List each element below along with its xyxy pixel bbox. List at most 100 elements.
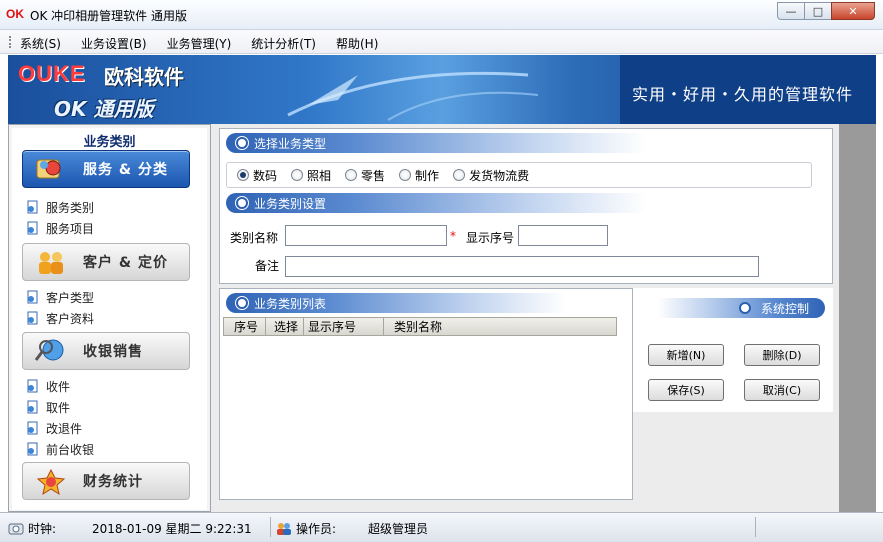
users-icon — [277, 522, 291, 535]
brand-logo-en: OUKE — [18, 61, 86, 86]
add-button[interactable]: 新增(N) — [648, 344, 724, 366]
remark-label: 备注 — [255, 259, 280, 273]
radio-unselected-icon — [345, 169, 358, 181]
minimize-button[interactable]: — — [777, 2, 805, 20]
toolbar-grip-icon — [9, 36, 12, 48]
sidebar-item-return[interactable]: 改退件 — [26, 418, 82, 438]
document-icon — [27, 290, 38, 304]
sidebar: 业务类别 服务 & 分类 服务类别 服务项目 客户 & 定价 客户类型 客户资料… — [8, 124, 211, 512]
status-datetime: 2018-01-09 星期二 9:22:31 — [92, 522, 252, 536]
title-bar: OK OK 冲印相册管理软件 通用版 — □ ✕ — [0, 0, 883, 30]
radio-selected-icon — [237, 169, 249, 181]
minimize-icon: — — [785, 4, 797, 18]
radio-retail[interactable]: 零售 — [345, 167, 385, 184]
edition-label: OK 通用版 — [54, 97, 154, 121]
sidebar-item-front-cashier[interactable]: 前台收银 — [26, 439, 94, 459]
document-icon — [27, 311, 38, 325]
document-icon — [27, 221, 38, 235]
sidebar-title: 业务类别 — [83, 135, 136, 150]
sidebar-category-label: 客户 & 定价 — [83, 255, 168, 271]
sidebar-item-receive[interactable]: 收件 — [26, 376, 70, 396]
radio-unselected-icon — [399, 169, 412, 181]
category-grid[interactable]: 序号 选择 显示序号 类别名称 — [223, 317, 617, 499]
column-header-display-order[interactable]: 显示序号 — [304, 318, 384, 335]
sidebar-item-customer-type[interactable]: 客户类型 — [26, 287, 94, 307]
app-logo: OK — [6, 7, 24, 21]
close-button[interactable]: ✕ — [831, 2, 875, 20]
list-header: 业务类别列表 — [226, 293, 566, 313]
section-bullet-icon — [236, 137, 248, 149]
business-type-radio-group: 数码 照相 零售 制作 发货物流费 — [226, 162, 812, 188]
status-operator-name: 超级管理员 — [368, 522, 429, 536]
radio-shipping[interactable]: 发货物流费 — [453, 167, 529, 184]
banner-swoosh-icon — [287, 71, 539, 121]
brand-logo-cn: 欧科软件 — [104, 65, 184, 89]
category-settings-panel: 选择业务类型 数码 照相 零售 制作 发货物流费 业务类别设置 类别名称 * 显… — [219, 128, 833, 284]
column-header-index[interactable]: 序号 — [224, 318, 266, 335]
column-header-category-name[interactable]: 类别名称 — [384, 318, 616, 335]
menu-business-settings[interactable]: 业务设置(B) — [81, 35, 147, 52]
system-control-panel: 系统控制 新增(N) 删除(D) 保存(S) 取消(C) — [633, 288, 833, 412]
sidebar-category-label: 服务 & 分类 — [83, 162, 168, 178]
slogan-text: 实用・好用・久用的管理软件 — [632, 85, 854, 104]
maximize-button[interactable]: □ — [804, 2, 832, 20]
section-bullet-icon — [236, 297, 248, 309]
category-list-panel: 业务类别列表 序号 选择 显示序号 类别名称 — [219, 288, 633, 500]
sidebar-item-customer-info[interactable]: 客户资料 — [26, 308, 94, 328]
maximize-icon: □ — [812, 4, 824, 18]
cancel-button[interactable]: 取消(C) — [744, 379, 820, 401]
menu-bar: 系统(S) 业务设置(B) 业务管理(Y) 统计分析(T) 帮助(H) — [0, 30, 883, 54]
category-name-input[interactable] — [285, 225, 447, 246]
cashier-category-icon — [31, 335, 71, 367]
section-bullet-icon — [738, 302, 751, 314]
menu-system[interactable]: 系统(S) — [20, 35, 61, 52]
sidebar-category-customer[interactable]: 客户 & 定价 — [22, 243, 190, 281]
radio-production[interactable]: 制作 — [399, 167, 439, 184]
select-type-header: 选择业务类型 — [226, 133, 646, 153]
required-mark: * — [450, 229, 456, 243]
banner: OUKE 欧科软件 OK 通用版 实用・好用・久用的管理软件 — [8, 55, 876, 124]
sidebar-category-label: 财务统计 — [83, 474, 143, 490]
menu-business-management[interactable]: 业务管理(Y) — [167, 35, 232, 52]
grid-header-row: 序号 选择 显示序号 类别名称 — [223, 317, 617, 336]
menu-help[interactable]: 帮助(H) — [336, 35, 378, 52]
finance-category-icon — [31, 465, 71, 497]
document-icon — [27, 200, 38, 214]
column-header-select[interactable]: 选择 — [266, 318, 304, 335]
remark-input[interactable] — [285, 256, 759, 277]
clock-icon — [8, 523, 24, 534]
document-icon — [27, 379, 38, 393]
delete-button[interactable]: 删除(D) — [744, 344, 820, 366]
sidebar-item-pickup[interactable]: 取件 — [26, 397, 70, 417]
category-name-label: 类别名称 — [230, 231, 279, 245]
service-category-icon — [31, 153, 71, 185]
radio-photo[interactable]: 照相 — [291, 167, 331, 184]
sidebar-category-service[interactable]: 服务 & 分类 — [22, 150, 190, 188]
document-icon — [27, 400, 38, 414]
save-button[interactable]: 保存(S) — [648, 379, 724, 401]
display-order-label: 显示序号 — [466, 231, 515, 245]
sidebar-category-cashier[interactable]: 收银销售 — [22, 332, 190, 370]
sidebar-category-finance[interactable]: 财务统计 — [22, 462, 190, 500]
status-operator: 操作员: — [276, 520, 336, 537]
section-bullet-icon — [236, 197, 248, 209]
menu-statistics[interactable]: 统计分析(T) — [251, 35, 316, 52]
window-controls: — □ ✕ — [777, 2, 875, 20]
radio-digital[interactable]: 数码 — [237, 167, 277, 184]
status-end-area — [753, 513, 883, 542]
window-title: OK 冲印相册管理软件 通用版 — [30, 9, 187, 23]
sidebar-item-service-item[interactable]: 服务项目 — [26, 218, 94, 238]
sidebar-item-service-type[interactable]: 服务类别 — [26, 197, 94, 217]
radio-unselected-icon — [291, 169, 304, 181]
document-icon — [27, 421, 38, 435]
display-order-input[interactable] — [518, 225, 608, 246]
document-icon — [27, 442, 38, 456]
status-bar: 时钟: 2018-01-09 星期二 9:22:31 操作员: 超级管理员 — [0, 512, 883, 542]
settings-header: 业务类别设置 — [226, 193, 646, 213]
sidebar-category-label: 收银销售 — [83, 344, 143, 360]
status-clock: 时钟: — [8, 520, 56, 537]
system-control-header: 系统控制 — [657, 298, 825, 318]
right-empty-panel — [839, 124, 876, 512]
customer-category-icon — [31, 246, 71, 278]
close-icon: ✕ — [848, 4, 858, 18]
